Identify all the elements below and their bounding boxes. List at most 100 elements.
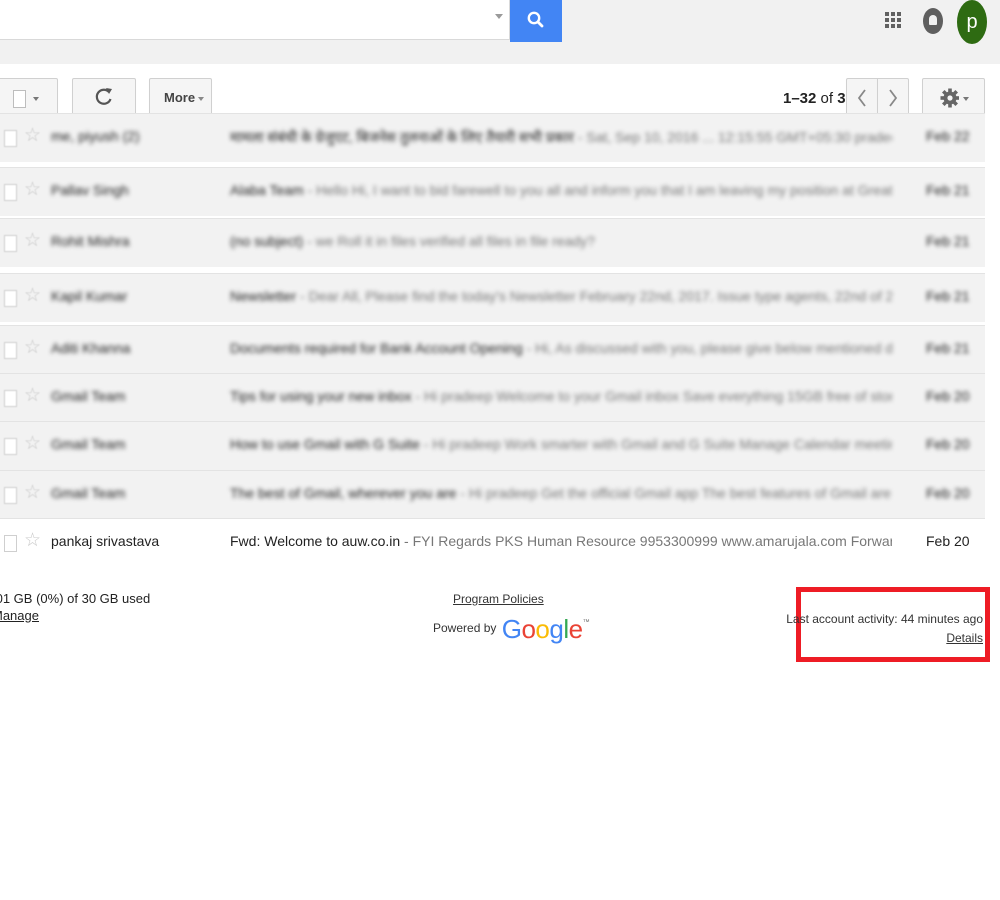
chevron-down-icon [963,97,969,101]
chevron-down-icon [198,96,205,101]
message-row[interactable]: ☆ Gmail Team The best of Gmail, wherever… [0,470,985,519]
gear-icon [940,88,960,108]
row-checkbox[interactable] [4,487,17,504]
row-subject: Fwd: Welcome to auw.co.in [230,533,401,549]
message-row[interactable]: ☆ pankaj srivastava Fwd: Welcome to auw.… [0,518,985,567]
row-checkbox[interactable] [4,290,17,307]
row-date: Feb 21 [926,182,970,198]
row-subject-snippet: Documents required for Bank Account Open… [230,340,892,356]
message-row[interactable]: ☆ me, piyush (2) मामला संबंधी के ग्रेजुए… [0,113,985,162]
message-row[interactable]: ☆ Pallav Singh Alaba Team - Hello Hi, I … [0,167,985,216]
row-snippet: - FYI Regards PKS Human Resource 9953300… [404,533,892,549]
star-icon[interactable]: ☆ [24,336,41,360]
more-label: More [164,90,196,105]
pagination-count: 1–32 of 32 [783,90,854,107]
row-snippet: - Hi pradeep Get the official Gmail app … [460,485,892,501]
row-subject-snippet: Tips for using your new inbox - Hi prade… [230,388,892,404]
google-logo-letter: g [549,614,564,644]
message-row[interactable]: ☆ Kapil Kumar Newsletter - Dear All, Ple… [0,273,985,322]
google-logo-letter: G [501,614,522,644]
message-row[interactable]: ☆ Rohit Mishra (no subject) - we Roll it… [0,218,985,267]
powered-by-text: Powered by [433,621,500,635]
row-subject-snippet: Newsletter - Dear All, Please find the t… [230,288,892,304]
row-sender: Gmail Team [51,388,126,404]
row-date: Feb 20 [926,436,970,452]
google-logo-letter: o [535,614,550,644]
row-subject: The best of Gmail, wherever you are [230,485,457,501]
row-snippet: - Hi pradeep Work smarter with Gmail and… [423,436,892,452]
row-subject-snippet: Fwd: Welcome to auw.co.in - FYI Regards … [230,533,892,549]
more-button[interactable]: More [149,78,212,118]
row-sender: pankaj srivastava [51,533,160,549]
message-row[interactable]: ☆ Gmail Team Tips for using your new inb… [0,373,985,422]
row-subject: Alaba Team [230,182,304,198]
row-checkbox[interactable] [4,390,17,407]
row-sender: Aditi Khanna [51,340,131,356]
row-subject: How to use Gmail with G Suite [230,436,420,452]
star-icon[interactable]: ☆ [24,384,41,408]
search-icon [527,11,544,28]
last-account-activity: Last account activity: 44 minutes ago [786,612,983,626]
star-icon[interactable]: ☆ [24,229,41,253]
newer-page-button[interactable] [846,78,878,118]
row-snippet: - Sat, Sep 10, 2016 ... 12:15:55 GMT+05:… [577,129,892,145]
manage-storage-link[interactable]: Manage [0,607,150,624]
top-header: p [0,0,1000,64]
row-subject-snippet: Alaba Team - Hello Hi, I want to bid far… [230,182,892,198]
chevron-right-icon [889,89,898,107]
apps-grid-icon[interactable] [885,12,903,30]
row-checkbox[interactable] [4,184,17,201]
row-sender: Gmail Team [51,436,126,452]
search-button[interactable] [510,0,562,42]
row-subject-snippet: The best of Gmail, wherever you are - Hi… [230,485,892,501]
row-checkbox[interactable] [4,438,17,455]
row-date: Feb 20 [926,485,970,501]
row-checkbox[interactable] [4,535,17,552]
notifications-bell-icon[interactable] [923,8,943,34]
older-page-button[interactable] [877,78,909,118]
message-row[interactable]: ☆ Gmail Team How to use Gmail with G Sui… [0,421,985,470]
row-subject: मामला संबंधी के ग्रेजुएट, बिजनेस तुलनाओं… [230,129,574,145]
row-sender: Gmail Team [51,485,126,501]
account-activity-highlight: Last account activity: 44 minutes ago De… [786,587,990,662]
search-options-chevron-icon[interactable] [495,14,503,19]
row-checkbox[interactable] [4,235,17,252]
row-checkbox[interactable] [4,130,17,147]
row-subject-snippet: (no subject) - we Roll it in files verif… [230,233,892,249]
google-logo: Google™ [501,614,590,645]
star-icon[interactable]: ☆ [24,432,41,456]
message-list: ☆ me, piyush (2) मामला संबंधी के ग्रेजुए… [0,113,985,567]
row-snippet: - Hi pradeep Welcome to your Gmail inbox… [415,388,892,404]
refresh-button[interactable] [72,78,136,118]
message-row[interactable]: ☆ Aditi Khanna Documents required for Ba… [0,325,985,374]
row-date: Feb 21 [926,340,970,356]
star-icon[interactable]: ☆ [24,529,41,553]
star-icon[interactable]: ☆ [24,178,41,202]
search-input[interactable] [0,0,488,38]
google-logo-letter: o [521,614,536,644]
star-icon[interactable]: ☆ [24,481,41,505]
row-date: Feb 21 [926,288,970,304]
program-policies-link[interactable]: Program Policies [453,592,544,606]
select-all-button[interactable] [0,78,58,118]
row-snippet: - Dear All, Please find the today's News… [300,288,892,304]
chevron-left-icon [857,89,866,107]
activity-details-link[interactable]: Details [946,631,983,645]
row-date: Feb 20 [926,533,970,549]
star-icon[interactable]: ☆ [24,284,41,308]
pager-of: of [816,90,838,107]
row-sender: Rohit Mishra [51,233,130,249]
row-sender: Pallav Singh [51,182,129,198]
row-checkbox[interactable] [4,342,17,359]
row-subject: Tips for using your new inbox [230,388,412,404]
powered-by-google: Powered by Google™ [433,614,590,645]
settings-button[interactable] [922,78,985,118]
select-all-checkbox[interactable] [13,90,26,108]
search-box [0,0,510,40]
storage-usage: .01 GB (0%) of 30 GB used Manage [0,590,150,624]
star-icon[interactable]: ☆ [24,124,41,148]
row-date: Feb 20 [926,388,970,404]
avatar[interactable]: p [957,0,987,44]
row-date: Feb 22 [926,128,970,144]
pager-range: 1–32 [783,90,817,107]
